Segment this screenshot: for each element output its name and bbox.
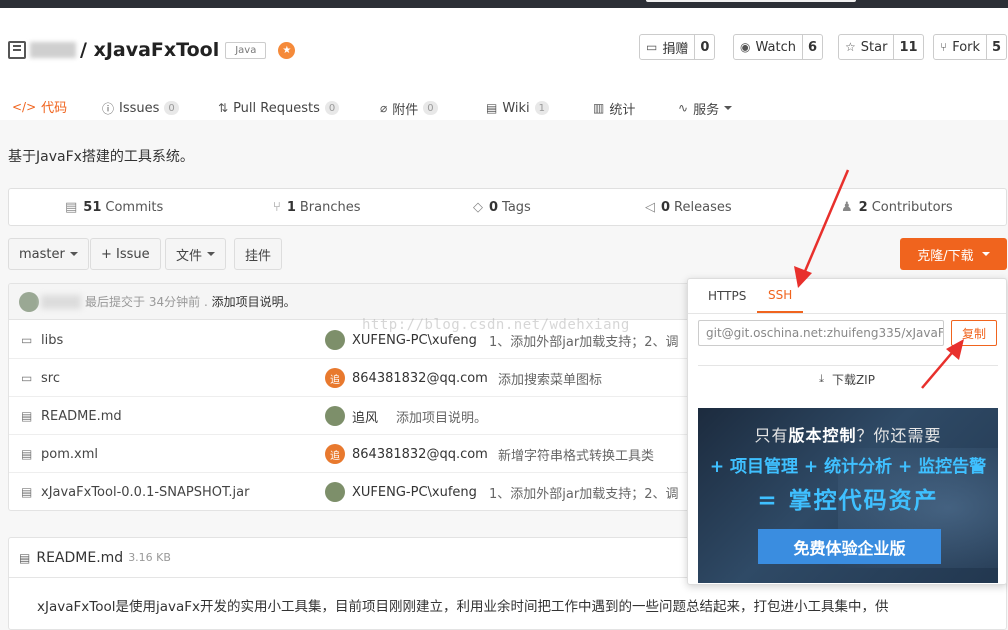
last-commit-info: 最后提交于 34分钟前 . 添加项目说明。 [85, 295, 296, 309]
tab-ssh[interactable]: SSH [757, 279, 804, 313]
repository-icon [8, 41, 26, 59]
pulse-icon: ∿ [678, 101, 689, 115]
file-icon: ▤ [21, 485, 33, 499]
file-commit-message[interactable]: 添加搜索菜单图标 [498, 359, 602, 397]
eye-icon: ◉ [740, 40, 751, 54]
file-name[interactable]: ▤ README.md [21, 397, 122, 435]
contributors-icon: ♟ [841, 199, 853, 215]
file-author[interactable]: 追 864381832@qq.com [325, 359, 488, 397]
file-commit-message[interactable]: 新增字符串格式转换工具类 [498, 435, 654, 473]
issues-count: 0 [164, 101, 179, 115]
free-trial-button[interactable]: 免费体验企业版 [758, 529, 941, 564]
ad-line-3: = 掌控代码资产 [757, 488, 939, 514]
watch-button[interactable]: ◉ Watch 6 [733, 34, 824, 60]
attachment-icon: ⌀ [380, 101, 388, 115]
repo-description: 基于JavaFx搭建的工具系统。 [8, 149, 194, 165]
file-menu-button[interactable]: 文件 [165, 238, 227, 270]
repo-title: / xJavaFxTool Java ★ [8, 38, 296, 62]
readme-size: 3.16 KB [128, 551, 171, 564]
chevron-down-icon [207, 252, 216, 256]
fork-button[interactable]: ⑂ Fork 5 [933, 34, 1008, 60]
watch-count[interactable]: 6 [801, 35, 822, 59]
file-author[interactable]: 追风 [325, 397, 378, 435]
file-author[interactable]: XUFENG-PC\xufeng [325, 473, 477, 510]
download-icon: ⤓ [819, 372, 824, 385]
code-icon: </> [12, 99, 37, 114]
avatar [325, 406, 345, 426]
stat-tags[interactable]: ◇ 0 Tags [473, 189, 531, 225]
commit-icon: ▤ [65, 199, 78, 215]
repo-stats-bar: ▤ 51 Commits ⑂ 1 Branches ◇ 0 Tags ◁ 0 Releases … [8, 188, 1007, 226]
file-author[interactable]: 追 864381832@qq.com [325, 435, 488, 473]
stat-contributors[interactable]: ♟ 2 Contributors [841, 189, 953, 225]
widget-button[interactable]: 挂件 [234, 238, 283, 270]
repo-header: / xJavaFxTool Java ★ ▭ 捐赠 0 ◉ Watch 6 ☆ Sta… [0, 8, 1008, 128]
pull-request-icon: ⇅ [218, 101, 229, 115]
chevron-down-icon [724, 106, 733, 110]
file-icon: ▤ [21, 409, 33, 423]
download-zip-link[interactable]: ⤓ 下载ZIP [688, 368, 1006, 390]
stat-releases[interactable]: ◁ 0 Releases [645, 189, 732, 225]
top-nav-bar [0, 0, 1008, 8]
clone-download-button[interactable]: 克隆/下载 [900, 238, 1007, 270]
file-name[interactable]: ▤ pom.xml [21, 435, 98, 473]
stat-commits[interactable]: ▤ 51 Commits [65, 189, 163, 225]
branch-select[interactable]: master [8, 238, 89, 270]
last-commit-message[interactable]: 添加项目说明。 [212, 295, 296, 309]
clone-dropdown: HTTPS SSH git@git.oschina.net:zhuifeng33… [687, 278, 1007, 585]
wiki-count: 1 [534, 101, 550, 115]
avatar [325, 330, 345, 350]
file-commit-message[interactable]: 添加项目说明。 [396, 397, 487, 435]
branch-icon: ⑂ [273, 199, 281, 215]
chevron-down-icon [69, 252, 78, 256]
avatar [325, 482, 345, 502]
search-box[interactable] [646, 0, 856, 2]
clone-url-input[interactable]: git@git.oschina.net:zhuifeng335/xJavaFxT… [698, 320, 944, 346]
issue-icon: ⓘ [102, 101, 115, 116]
stat-branches[interactable]: ⑂ 1 Branches [273, 189, 361, 225]
readme-title[interactable]: README.md [36, 550, 123, 566]
donate-button[interactable]: ▭ 捐赠 0 [639, 34, 716, 60]
donate-icon: ▭ [646, 40, 658, 54]
readme-content: xJavaFxTool是使用javaFx开发的实用小工具集，目前项目刚刚建立，利… [37, 599, 889, 615]
new-issue-button[interactable]: + Issue [90, 238, 161, 270]
ad-line-2: + 项目管理 + 统计分析 + 监控告警 [709, 457, 987, 477]
star-button[interactable]: ☆ Star 11 [838, 34, 924, 60]
chart-icon: ▥ [593, 101, 605, 115]
chevron-down-icon [981, 252, 990, 256]
pull-requests-count: 0 [324, 101, 340, 115]
donate-count[interactable]: 0 [694, 35, 714, 59]
language-badge[interactable]: Java [225, 41, 267, 59]
file-name[interactable]: ▭ src [21, 359, 60, 397]
tag-icon: ◇ [473, 199, 483, 215]
owner-name-blurred[interactable] [30, 42, 76, 58]
file-commit-message[interactable]: 1、添加外部jar加载支持；2、调 [489, 473, 678, 510]
file-name[interactable]: ▭ libs [21, 321, 63, 359]
divider [698, 365, 998, 366]
wiki-icon: ▤ [486, 101, 498, 115]
copy-button[interactable]: 复制 [951, 320, 997, 346]
enterprise-ad-banner[interactable]: 只有版本控制？你还需要 + 项目管理 + 统计分析 + 监控告警 = 掌控代码资… [698, 408, 998, 583]
star-count[interactable]: 11 [893, 35, 922, 59]
send-icon: ◁ [645, 199, 655, 215]
attachments-count: 0 [423, 101, 438, 115]
avatar[interactable] [19, 291, 39, 312]
committer-name-blurred[interactable] [41, 294, 81, 309]
tab-https[interactable]: HTTPS [708, 279, 746, 313]
avatar: 追 [325, 368, 345, 388]
folder-icon: ▭ [21, 333, 33, 347]
divider [688, 313, 1006, 314]
watermark-text: http://blog.csdn.net/wdehxiang [362, 317, 630, 333]
star-icon: ☆ [845, 40, 856, 54]
fork-icon: ⑂ [940, 40, 948, 54]
file-icon: ▤ [19, 550, 31, 565]
ad-line-1: 只有版本控制？你还需要 [754, 426, 942, 445]
file-icon: ▤ [21, 447, 33, 461]
file-name[interactable]: ▤ xJavaFxTool-0.0.1-SNAPSHOT.jar [21, 473, 249, 510]
recommend-icon: ★ [278, 41, 296, 59]
fork-count[interactable]: 5 [986, 35, 1006, 59]
folder-icon: ▭ [21, 371, 33, 385]
repo-path[interactable]: / xJavaFxTool [80, 39, 219, 61]
avatar: 追 [325, 444, 345, 464]
